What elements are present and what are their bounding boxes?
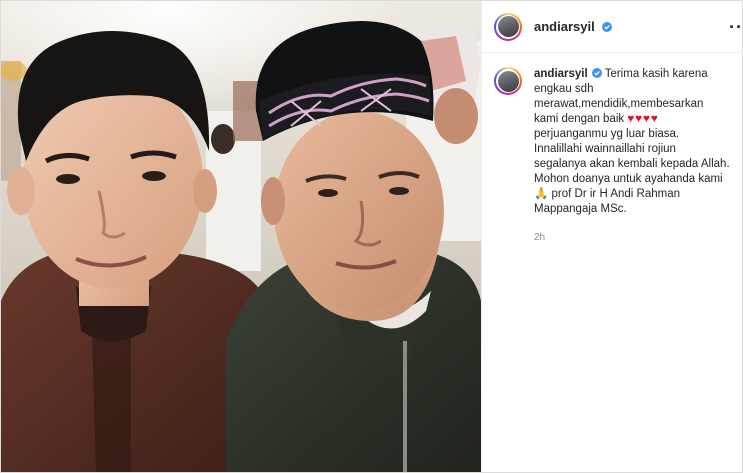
- post-photo[interactable]: [1, 1, 481, 472]
- caption-line: perjuanganmu yg luar biasa.: [534, 128, 680, 140]
- caption-line: Mohon doanya untuk ayahanda kami: [534, 173, 723, 185]
- caption: andiarsyil Terima kasih karena engkau sd…: [534, 67, 743, 245]
- pray-icon: 🙏: [534, 188, 549, 200]
- caption-line: Mappangaja MSc.: [534, 203, 627, 215]
- more-horizontal-icon[interactable]: ···: [729, 18, 743, 36]
- caption-avatar[interactable]: [494, 67, 522, 95]
- caption-line: Innalillahi wainnaillahi rojiun: [534, 143, 676, 155]
- caption-username[interactable]: andiarsyil: [534, 68, 602, 80]
- selfie-photo: [1, 1, 481, 472]
- username-text: andiarsyil: [534, 19, 595, 34]
- caption-line: merawat,mendidik,membesarkan: [534, 98, 704, 110]
- username-link[interactable]: andiarsyil: [534, 19, 613, 34]
- heart-icons: ♥♥♥♥: [627, 113, 659, 125]
- verified-badge-icon: [602, 22, 613, 32]
- caption-line: engkau sdh: [534, 83, 594, 95]
- caption-first-line: Terima kasih karena: [604, 68, 708, 80]
- caption-row: andiarsyil Terima kasih karena engkau sd…: [482, 53, 743, 245]
- caption-line: segalanya akan kembali kepada Allah.: [534, 158, 730, 170]
- verified-badge-icon: [591, 68, 602, 78]
- caption-line: kami dengan baik ♥♥♥♥: [534, 113, 659, 125]
- instagram-post: andiarsyil ··· andiarsyil Terima kasih k…: [0, 0, 743, 473]
- post-header: andiarsyil ···: [482, 1, 743, 53]
- caption-line: 🙏 prof Dr ir H Andi Rahman: [534, 188, 680, 200]
- avatar[interactable]: [494, 12, 522, 41]
- post-timestamp[interactable]: 2h: [534, 230, 743, 245]
- post-sidebar: andiarsyil ··· andiarsyil Terima kasih k…: [481, 1, 743, 472]
